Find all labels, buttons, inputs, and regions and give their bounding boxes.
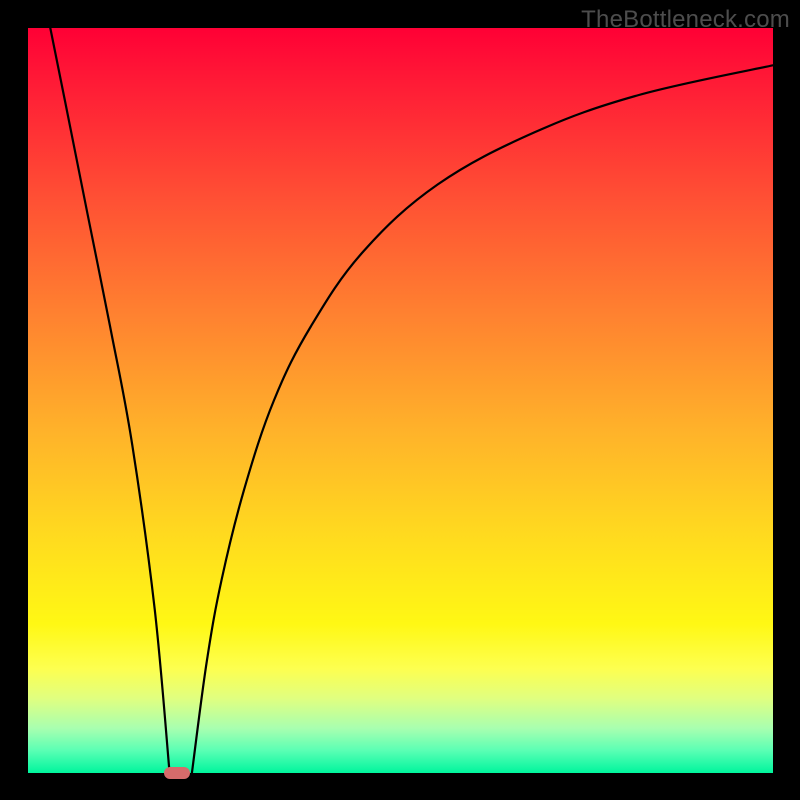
watermark-text: TheBottleneck.com <box>581 6 790 34</box>
plot-area <box>28 28 773 773</box>
optimum-marker <box>164 767 190 779</box>
bottleneck-curve <box>28 28 773 773</box>
chart-frame: TheBottleneck.com <box>0 0 800 800</box>
